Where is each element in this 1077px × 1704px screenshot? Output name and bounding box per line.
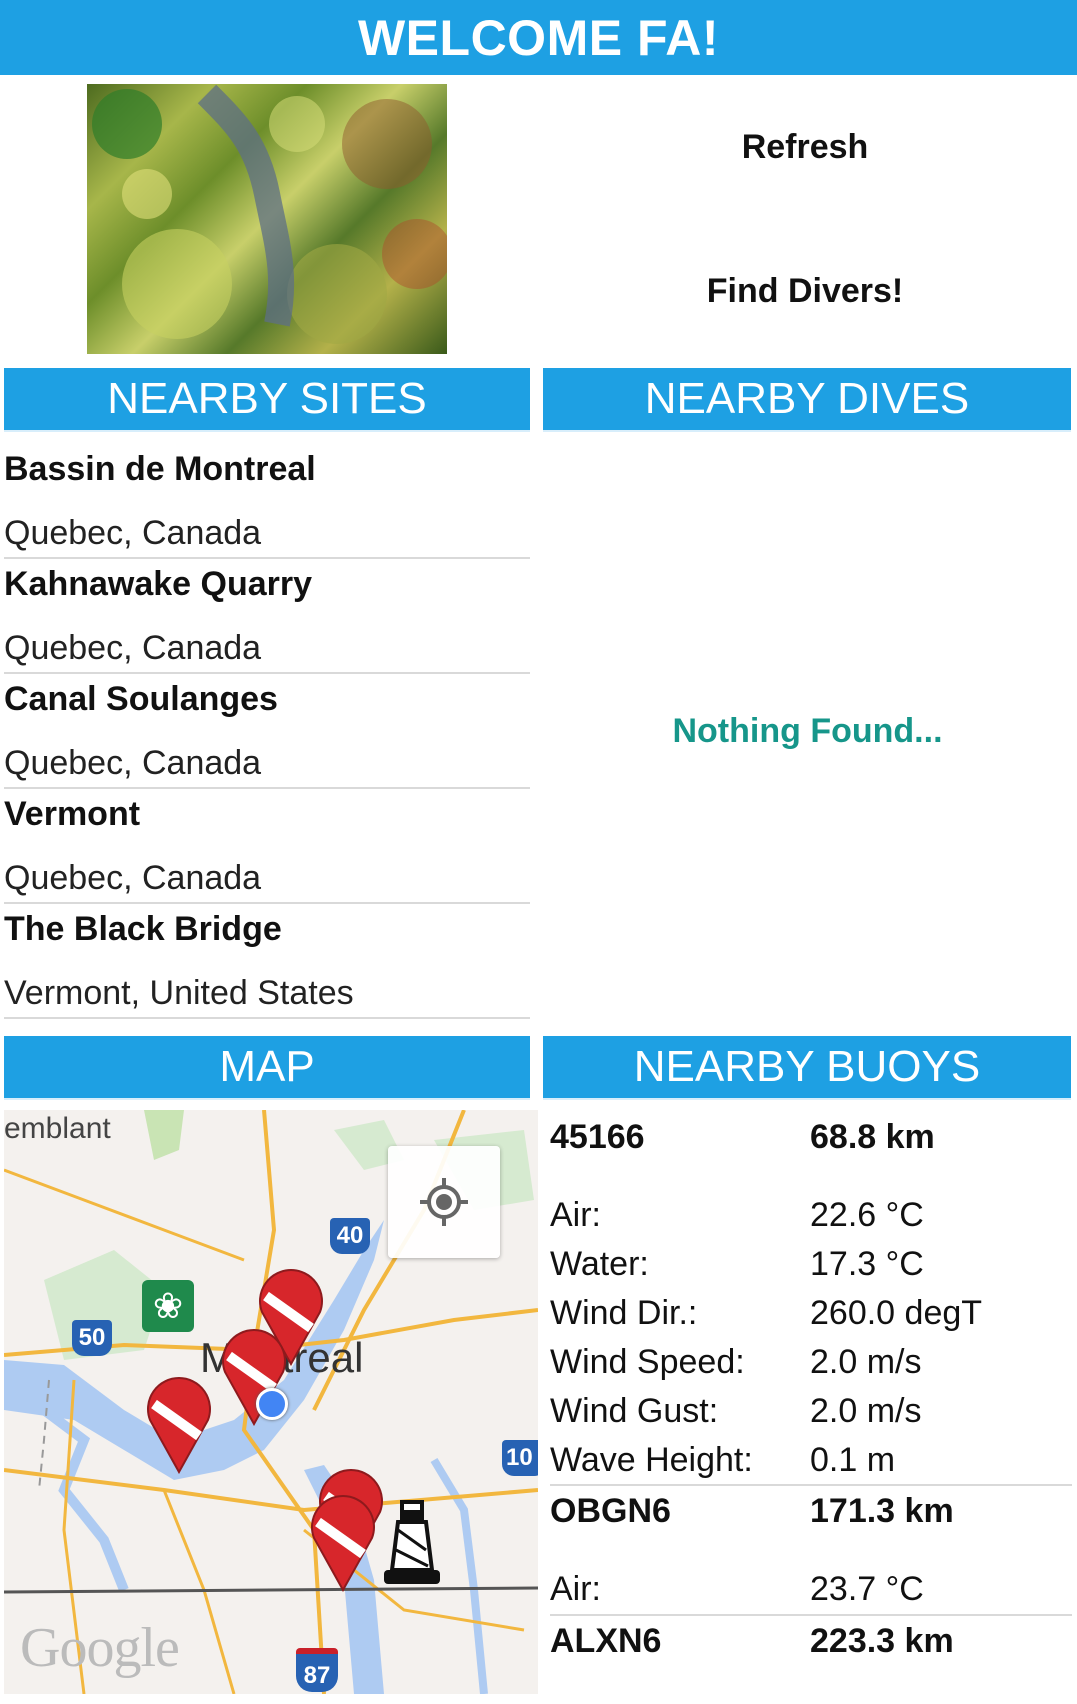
nearby-dives-empty: Nothing Found...: [672, 712, 943, 750]
google-logo: Google: [20, 1617, 180, 1679]
buoy-id: ALXN6: [550, 1622, 662, 1660]
reading-value: 17.3 °C: [810, 1245, 924, 1283]
nearby-dives-header: NEARBY DIVES: [543, 368, 1071, 432]
buoy-icon[interactable]: [384, 1500, 440, 1592]
reading-label: Air:: [550, 1570, 601, 1608]
reading-value: 23.7 °C: [810, 1570, 924, 1608]
nearby-sites-header: NEARBY SITES: [4, 368, 530, 432]
buoy-id: 45166: [550, 1118, 645, 1156]
dive-flag-marker-icon[interactable]: [144, 1374, 214, 1474]
site-name: Kahnawake Quarry: [4, 565, 313, 603]
site-name: Bassin de Montreal: [4, 450, 316, 488]
reading-label: Wind Dir.:: [550, 1294, 698, 1332]
map-header: MAP: [4, 1036, 530, 1100]
welcome-header: WELCOME FA!: [0, 0, 1077, 75]
reading-value: 22.6 °C: [810, 1196, 924, 1234]
find-divers-button[interactable]: Find Divers!: [560, 272, 1050, 311]
buoy-id: OBGN6: [550, 1492, 671, 1530]
hwy10-shield: 10: [502, 1440, 538, 1476]
site-item-kahnawake-quarry[interactable]: Kahnawake Quarry Quebec, Canada: [4, 565, 530, 674]
site-name: Canal Soulanges: [4, 680, 278, 718]
site-location: Quebec, Canada: [4, 859, 262, 897]
my-location-button[interactable]: [388, 1146, 500, 1258]
refresh-button[interactable]: Refresh: [560, 128, 1050, 167]
reading-value: 2.0 m/s: [810, 1343, 922, 1381]
i87-label: 87: [303, 1662, 331, 1689]
buoy-divider: [550, 1614, 1072, 1616]
welcome-title: WELCOME FA!: [357, 9, 720, 66]
hwy50-label: 50: [78, 1324, 106, 1351]
hwy40-shield: 40: [330, 1218, 370, 1254]
hwy40-label: 40: [336, 1222, 364, 1249]
park-leaf-icon: ❀: [142, 1280, 194, 1332]
my-location-icon: [420, 1178, 468, 1226]
buoy-divider: [550, 1484, 1072, 1486]
user-location-dot: [256, 1388, 288, 1420]
site-location: Quebec, Canada: [4, 629, 262, 667]
site-location: Quebec, Canada: [4, 514, 262, 552]
reading-value: 2.0 m/s: [810, 1392, 922, 1430]
map-view[interactable]: emblant Montreal 40 50 10 87 ❀: [4, 1110, 538, 1694]
i87-shield: 87: [296, 1648, 338, 1692]
site-item-vermont[interactable]: Vermont Quebec, Canada: [4, 795, 530, 904]
nearby-buoys-header: NEARBY BUOYS: [543, 1036, 1071, 1100]
site-item-the-black-bridge[interactable]: The Black Bridge Vermont, United States: [4, 910, 530, 1019]
map-title: MAP: [219, 1042, 315, 1091]
site-location: Quebec, Canada: [4, 744, 262, 782]
reading-value: 260.0 degT: [810, 1294, 983, 1332]
reading-label: Air:: [550, 1196, 601, 1234]
dive-photo: [87, 84, 447, 354]
reading-value: 0.1 m: [810, 1441, 896, 1479]
site-item-bassin-de-montreal[interactable]: Bassin de Montreal Quebec, Canada: [4, 450, 530, 559]
reading-label: Wind Gust:: [550, 1392, 719, 1430]
site-name: Vermont: [4, 795, 141, 833]
place-label-tremblant: emblant: [4, 1112, 111, 1145]
nearby-buoys-title: NEARBY BUOYS: [633, 1042, 981, 1091]
site-item-canal-soulanges[interactable]: Canal Soulanges Quebec, Canada: [4, 680, 530, 789]
reading-label: Water:: [550, 1245, 649, 1283]
buoy-distance: 68.8 km: [810, 1118, 935, 1156]
hwy10-label: 10: [506, 1444, 533, 1471]
dive-flag-marker-icon[interactable]: [308, 1492, 378, 1592]
site-location: Vermont, United States: [4, 974, 354, 1012]
reading-label: Wind Speed:: [550, 1343, 745, 1381]
buoy-distance: 223.3 km: [810, 1622, 954, 1660]
hwy50-shield: 50: [72, 1320, 112, 1356]
buoy-distance: 171.3 km: [810, 1492, 954, 1530]
reading-label: Wave Height:: [550, 1441, 753, 1479]
nearby-sites-title: NEARBY SITES: [107, 374, 427, 423]
nearby-dives-title: NEARBY DIVES: [644, 374, 970, 423]
site-name: The Black Bridge: [4, 910, 282, 948]
